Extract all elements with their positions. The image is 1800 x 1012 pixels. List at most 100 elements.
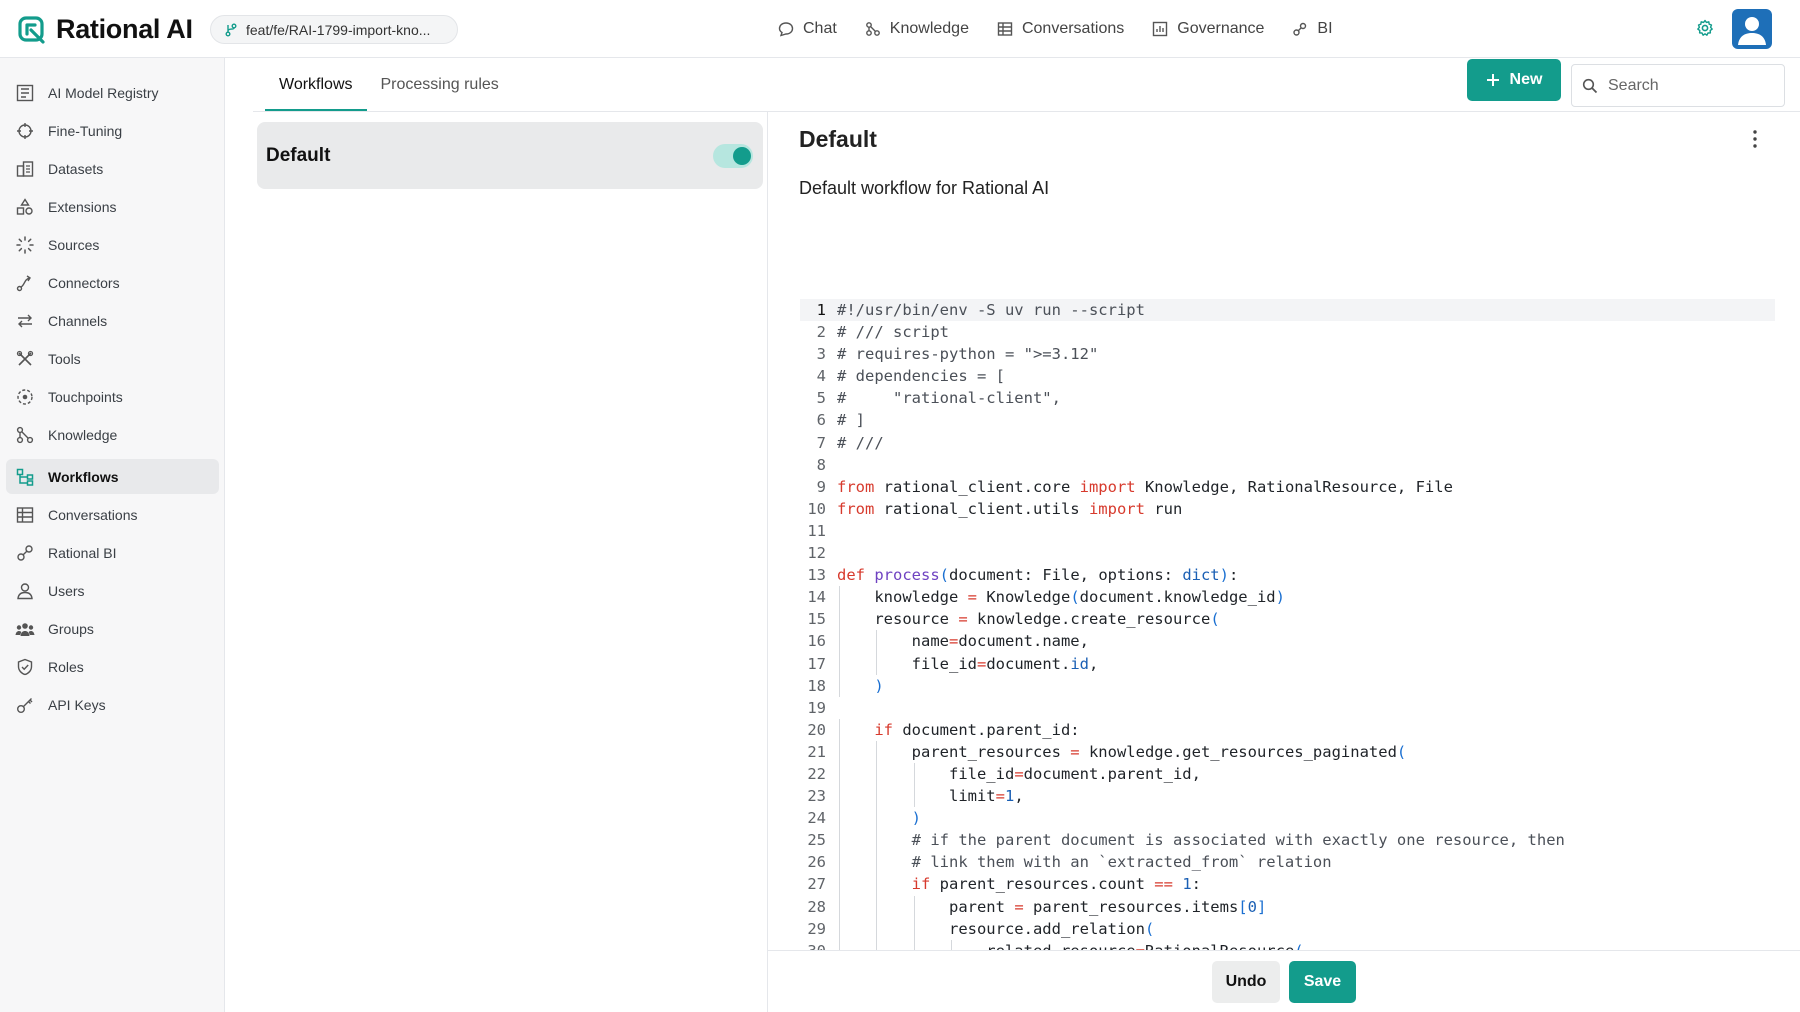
code-line[interactable]: 24 ) — [800, 807, 1775, 830]
sidebar-item-label: Roles — [48, 658, 84, 675]
code-text: ) — [874, 676, 884, 695]
sidebar-item-label: Rational BI — [48, 544, 117, 561]
sidebar-item-label: Tools — [48, 350, 81, 367]
code-line[interactable]: 8 — [800, 454, 1775, 476]
sidebar-item-workflows[interactable]: Workflows — [6, 459, 219, 494]
code-line[interactable]: 4 # dependencies = [ — [800, 365, 1775, 387]
code-line[interactable]: 26 # link them with an `extracted_from` … — [800, 851, 1775, 874]
key-icon — [15, 695, 35, 715]
code-line[interactable]: 25 # if the parent document is associate… — [800, 829, 1775, 852]
line-number: 7 — [816, 433, 826, 452]
code-text: # /// script — [837, 323, 949, 342]
sidebar-item-roles[interactable]: Roles — [6, 649, 219, 684]
branch-selector[interactable]: feat/fe/RAI-1799-import-kno... — [210, 15, 458, 44]
brand-logo[interactable]: Rational AI — [18, 14, 193, 45]
code-line[interactable]: 1 #!/usr/bin/env -S uv run --script — [800, 299, 1775, 322]
code-line[interactable]: 19 — [800, 697, 1775, 719]
code-line[interactable]: 17 file_id=document.id, — [800, 652, 1775, 675]
new-button-label: New — [1509, 71, 1543, 88]
sidebar-item-label: Users — [48, 582, 85, 599]
code-line[interactable]: 12 — [800, 542, 1775, 564]
topnav-knowledge[interactable]: Knowledge — [865, 20, 969, 38]
sidebar-item-knowledge[interactable]: Knowledge — [6, 417, 219, 452]
code-line[interactable]: 9 from rational_client.core import Knowle… — [800, 476, 1775, 498]
code-text: knowledge = Knowledge(document.knowledge… — [837, 588, 1285, 607]
code-text: file_id=document.id, — [837, 654, 1099, 673]
sidebar-item-fine-tuning[interactable]: Fine-Tuning — [6, 113, 219, 148]
action-bar — [768, 950, 1800, 1012]
code-line[interactable]: 3 # requires-python = ">=3.12" — [800, 343, 1775, 365]
code-line[interactable]: 6 # ] — [800, 409, 1775, 431]
code-line[interactable]: 29 resource.add_relation( — [800, 917, 1775, 940]
undo-button[interactable]: Undo — [1212, 961, 1280, 1003]
new-workflow-button[interactable]: New — [1467, 59, 1561, 101]
topnav-conversations[interactable]: Conversations — [997, 20, 1124, 38]
topnav-governance[interactable]: Governance — [1152, 20, 1264, 38]
code-line[interactable]: 15 resource = knowledge.create_resource( — [800, 608, 1775, 631]
user-avatar[interactable] — [1732, 9, 1772, 49]
sidebar-item-extensions[interactable]: Extensions — [6, 189, 219, 224]
topnav-chat[interactable]: Chat — [778, 20, 837, 38]
code-line[interactable]: 22 file_id=document.parent_id, — [800, 762, 1775, 786]
tab-workflows[interactable]: Workflows — [265, 58, 367, 112]
sidebar-item-rational-bi[interactable]: Rational BI — [6, 535, 219, 570]
sidebar-item-connectors[interactable]: Connectors — [6, 265, 219, 300]
code-text: # requires-python = ">=3.12" — [837, 345, 1099, 364]
governance-icon — [1153, 21, 1168, 37]
sidebar-item-sources[interactable]: Sources — [6, 227, 219, 262]
code-line[interactable]: 14 knowledge = Knowledge(document.knowle… — [800, 586, 1775, 609]
sidebar-item-users[interactable]: Users — [6, 573, 219, 608]
knowledge-icon — [865, 22, 880, 36]
code-line[interactable]: 18 ) — [800, 674, 1775, 697]
search-box[interactable] — [1571, 64, 1785, 107]
tab-processing-rules[interactable]: Processing rules — [367, 58, 513, 112]
settings-gear-icon[interactable] — [1696, 19, 1714, 37]
line-number: 11 — [807, 521, 826, 540]
code-line[interactable]: 10 from rational_client.utils import run — [800, 498, 1775, 520]
code-line[interactable]: 21 parent_resources = knowledge.get_reso… — [800, 740, 1775, 763]
search-input[interactable] — [1608, 76, 1768, 95]
topnav-conversations-label: Conversations — [1021, 20, 1125, 37]
code-line[interactable]: 16 name=document.name, — [800, 630, 1775, 653]
code-line[interactable]: 13 def process(document: File, options: d… — [800, 564, 1775, 586]
code-line[interactable]: 20 if document.parent_id: — [800, 718, 1775, 741]
code-line[interactable]: 23 limit=1, — [800, 785, 1775, 808]
code-text: #!/usr/bin/env -S uv run --script — [837, 301, 1145, 319]
sidebar-item-datasets[interactable]: Datasets — [6, 151, 219, 186]
sidebar-item-conversations[interactable]: Conversations — [6, 497, 219, 532]
code-editor[interactable]: 1 #!/usr/bin/env -S uv run --script 2 # ///… — [800, 299, 1775, 951]
topnav-bi[interactable]: BI — [1292, 20, 1333, 38]
line-number: 21 — [807, 742, 826, 761]
line-number: 28 — [807, 897, 826, 916]
line-number: 16 — [807, 632, 826, 651]
workflow-list-item[interactable]: Default — [257, 122, 763, 189]
code-line[interactable]: 5 # "rational-client", — [800, 387, 1775, 409]
git-branch-icon — [225, 23, 237, 36]
code-line[interactable]: 11 — [800, 520, 1775, 542]
datasets-icon — [15, 159, 35, 179]
code-line[interactable]: 7 # /// — [800, 432, 1775, 454]
code-line[interactable]: 2 # /// script — [800, 321, 1775, 343]
sidebar-item-api-keys[interactable]: API Keys — [6, 687, 219, 722]
sidebar-item-tools[interactable]: Tools — [6, 341, 219, 376]
shield-icon — [15, 657, 35, 677]
code-line[interactable]: 27 if parent_resources.count == 1: — [800, 873, 1775, 896]
sidebar-item-label: Channels — [48, 312, 108, 329]
line-number: 4 — [816, 367, 826, 386]
rational-logo-icon — [18, 15, 45, 44]
sidebar-item-ai-model-registry[interactable]: AI Model Registry — [6, 75, 219, 110]
sidebar-item-groups[interactable]: Groups — [6, 611, 219, 646]
line-number: 5 — [816, 389, 826, 408]
sidebar-item-touchpoints[interactable]: Touchpoints — [6, 379, 219, 414]
code-text: resource.add_relation( — [837, 919, 1155, 938]
table-icon — [997, 22, 1013, 36]
workflow-enabled-toggle[interactable] — [713, 144, 753, 168]
sources-icon — [15, 235, 35, 255]
line-number: 1 — [816, 301, 826, 319]
code-line[interactable]: 28 parent = parent_resources.items[0] — [800, 895, 1775, 918]
sidebar-item-channels[interactable]: Channels — [6, 303, 219, 338]
code-text: name=document.name, — [837, 632, 1089, 651]
more-options-icon[interactable] — [1745, 128, 1765, 150]
save-button[interactable]: Save — [1289, 961, 1356, 1003]
search-icon — [1582, 78, 1598, 93]
